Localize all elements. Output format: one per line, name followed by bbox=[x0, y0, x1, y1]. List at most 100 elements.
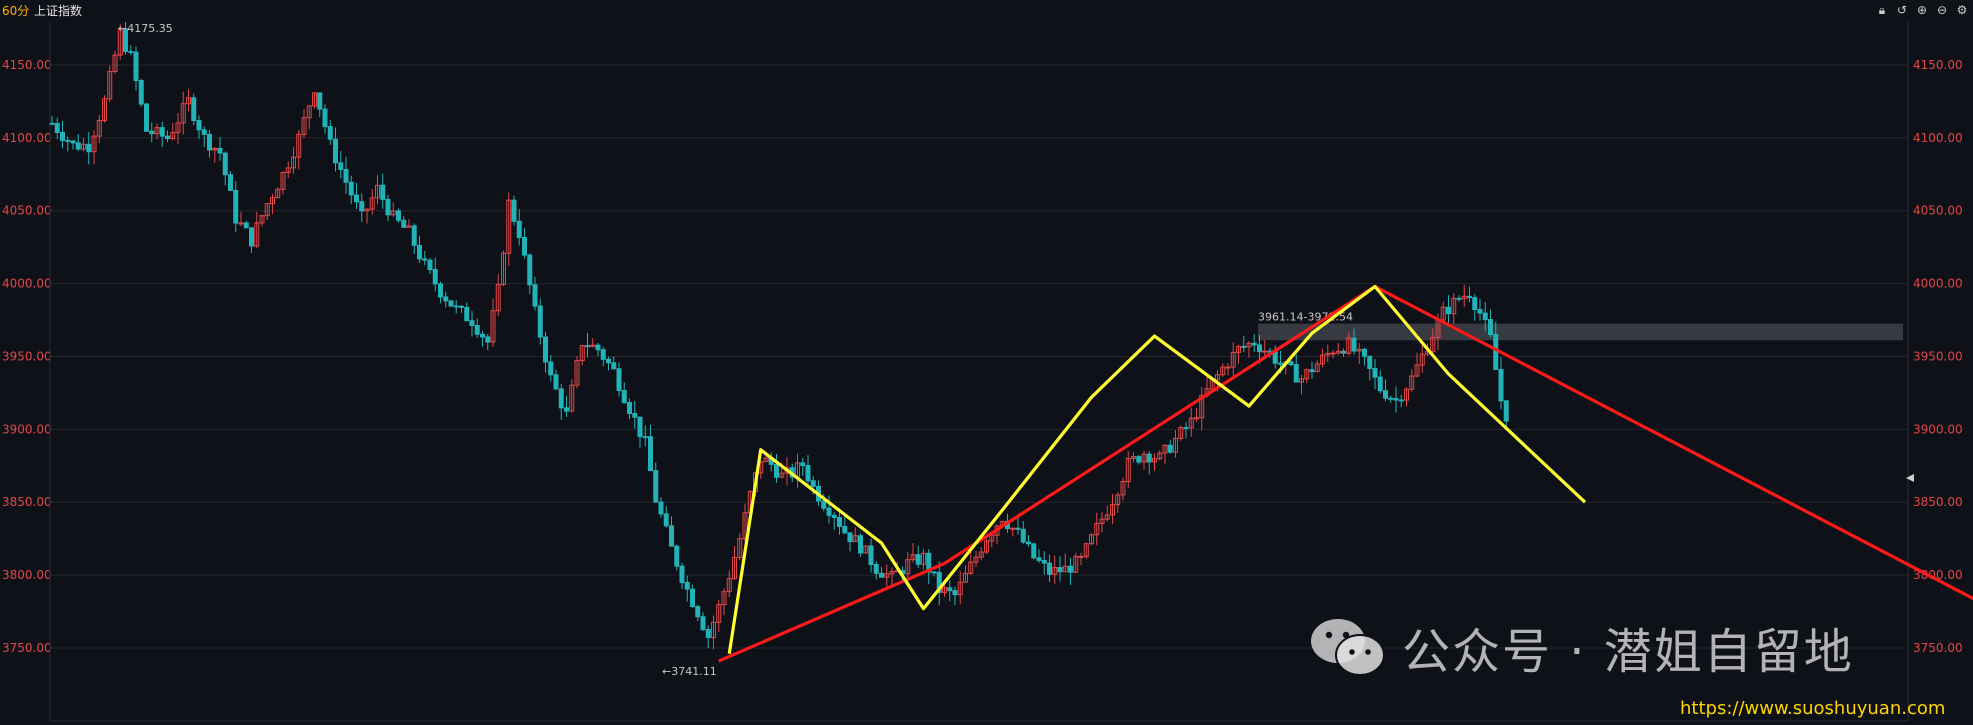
candle-down bbox=[1398, 399, 1404, 402]
candle-down bbox=[1482, 312, 1488, 321]
candle-down bbox=[558, 388, 564, 409]
candle-down bbox=[417, 244, 422, 260]
candle-down bbox=[1031, 543, 1037, 559]
candle-down bbox=[453, 305, 459, 308]
candle-down bbox=[75, 142, 81, 150]
period-label[interactable]: 60分 bbox=[2, 0, 29, 22]
y-tick-label-left: 3900.00 bbox=[2, 422, 52, 436]
candle-down bbox=[228, 174, 233, 191]
candle-down bbox=[401, 219, 407, 228]
undo-icon[interactable]: ↺ bbox=[1895, 2, 1909, 18]
candle-down bbox=[49, 122, 55, 125]
candle-down bbox=[595, 344, 601, 351]
candle-down bbox=[448, 300, 454, 307]
y-tick-label-right: 3950.00 bbox=[1913, 349, 1963, 363]
candle-down bbox=[1146, 453, 1152, 463]
candle-down bbox=[527, 254, 533, 286]
y-tick-label-left: 4100.00 bbox=[2, 131, 52, 145]
candle-down bbox=[543, 336, 548, 363]
candle-down bbox=[1293, 364, 1299, 383]
candle-down bbox=[70, 140, 76, 144]
y-tick-label-left: 3850.00 bbox=[2, 495, 52, 509]
candle-down bbox=[800, 462, 806, 467]
candle-down bbox=[805, 465, 811, 482]
candle-down bbox=[474, 324, 480, 335]
candle-down bbox=[191, 97, 197, 122]
candle-down bbox=[165, 135, 170, 140]
candle-down bbox=[469, 320, 475, 326]
candle-down bbox=[1488, 319, 1493, 336]
candle-down bbox=[837, 517, 842, 527]
candle-down bbox=[585, 345, 590, 348]
candle-up bbox=[1078, 555, 1084, 558]
candle-down bbox=[1020, 528, 1026, 543]
candle-down bbox=[621, 389, 627, 404]
candle-down bbox=[847, 532, 853, 543]
candle-down bbox=[1377, 376, 1383, 392]
candle-down bbox=[1472, 297, 1478, 311]
candle-down bbox=[915, 554, 921, 565]
candle-down bbox=[564, 407, 569, 412]
low-price-label: ←3741.11 bbox=[662, 665, 717, 678]
candle-down bbox=[522, 237, 527, 256]
y-tick-label-right: 3850.00 bbox=[1913, 495, 1963, 509]
candle-down bbox=[249, 227, 254, 247]
candle-down bbox=[1341, 350, 1346, 354]
candle-down bbox=[642, 436, 648, 439]
candle-down bbox=[1351, 337, 1357, 352]
candle-down bbox=[459, 305, 464, 308]
candle-down bbox=[196, 120, 202, 131]
candle-down bbox=[411, 225, 417, 246]
zoom-in-icon[interactable]: ⊕ bbox=[1915, 2, 1929, 18]
candle-up bbox=[1262, 350, 1268, 353]
red-trend-line bbox=[718, 284, 1973, 663]
candle-down bbox=[873, 563, 879, 574]
candle-down bbox=[1477, 309, 1483, 314]
candle-down bbox=[359, 201, 365, 212]
candle-down bbox=[338, 162, 344, 170]
candle-down bbox=[1456, 297, 1462, 300]
candle-down bbox=[1388, 397, 1394, 400]
candle-down bbox=[1136, 456, 1142, 463]
candle-down bbox=[86, 143, 92, 153]
candle-down bbox=[60, 131, 65, 141]
y-tick-label-left: 3750.00 bbox=[2, 641, 52, 655]
candle-down bbox=[516, 220, 522, 239]
candle-down bbox=[511, 199, 517, 222]
candle-down bbox=[1041, 559, 1047, 564]
candle-down bbox=[333, 138, 338, 164]
candle-down bbox=[931, 571, 937, 574]
candle-down bbox=[632, 412, 638, 418]
y-tick-label-left: 4150.00 bbox=[2, 58, 52, 72]
candle-down bbox=[690, 588, 695, 608]
y-tick-label-left: 4000.00 bbox=[2, 277, 52, 291]
candle-down bbox=[1015, 527, 1021, 530]
candle-down bbox=[774, 463, 779, 478]
candle-down bbox=[159, 127, 165, 137]
candle-down bbox=[133, 51, 139, 82]
candle-down bbox=[201, 129, 207, 135]
candle-down bbox=[674, 545, 680, 567]
candle-down bbox=[385, 198, 391, 216]
candle-down bbox=[1251, 342, 1257, 346]
lock-icon[interactable]: 🔒︎ bbox=[1875, 2, 1889, 18]
candle-down bbox=[1272, 351, 1278, 364]
candle-down bbox=[1467, 295, 1472, 299]
candle-down bbox=[317, 92, 323, 110]
candle-down bbox=[679, 565, 685, 584]
y-tick-label-right: 4150.00 bbox=[1913, 58, 1963, 72]
settings-icon[interactable]: ⚙ bbox=[1955, 2, 1969, 18]
candle-up bbox=[1194, 417, 1199, 420]
candle-down bbox=[548, 361, 554, 376]
candle-down bbox=[243, 222, 249, 229]
price-marker-icon bbox=[1906, 474, 1914, 482]
candle-down bbox=[821, 500, 827, 509]
candle-down bbox=[684, 582, 690, 590]
candle-up bbox=[1330, 352, 1336, 355]
candle-down bbox=[879, 572, 884, 578]
candle-down bbox=[1026, 541, 1031, 545]
zoom-out-icon[interactable]: ⊖ bbox=[1935, 2, 1949, 18]
candle-down bbox=[217, 147, 223, 154]
candle-down bbox=[663, 513, 669, 527]
candle-down bbox=[705, 629, 711, 639]
